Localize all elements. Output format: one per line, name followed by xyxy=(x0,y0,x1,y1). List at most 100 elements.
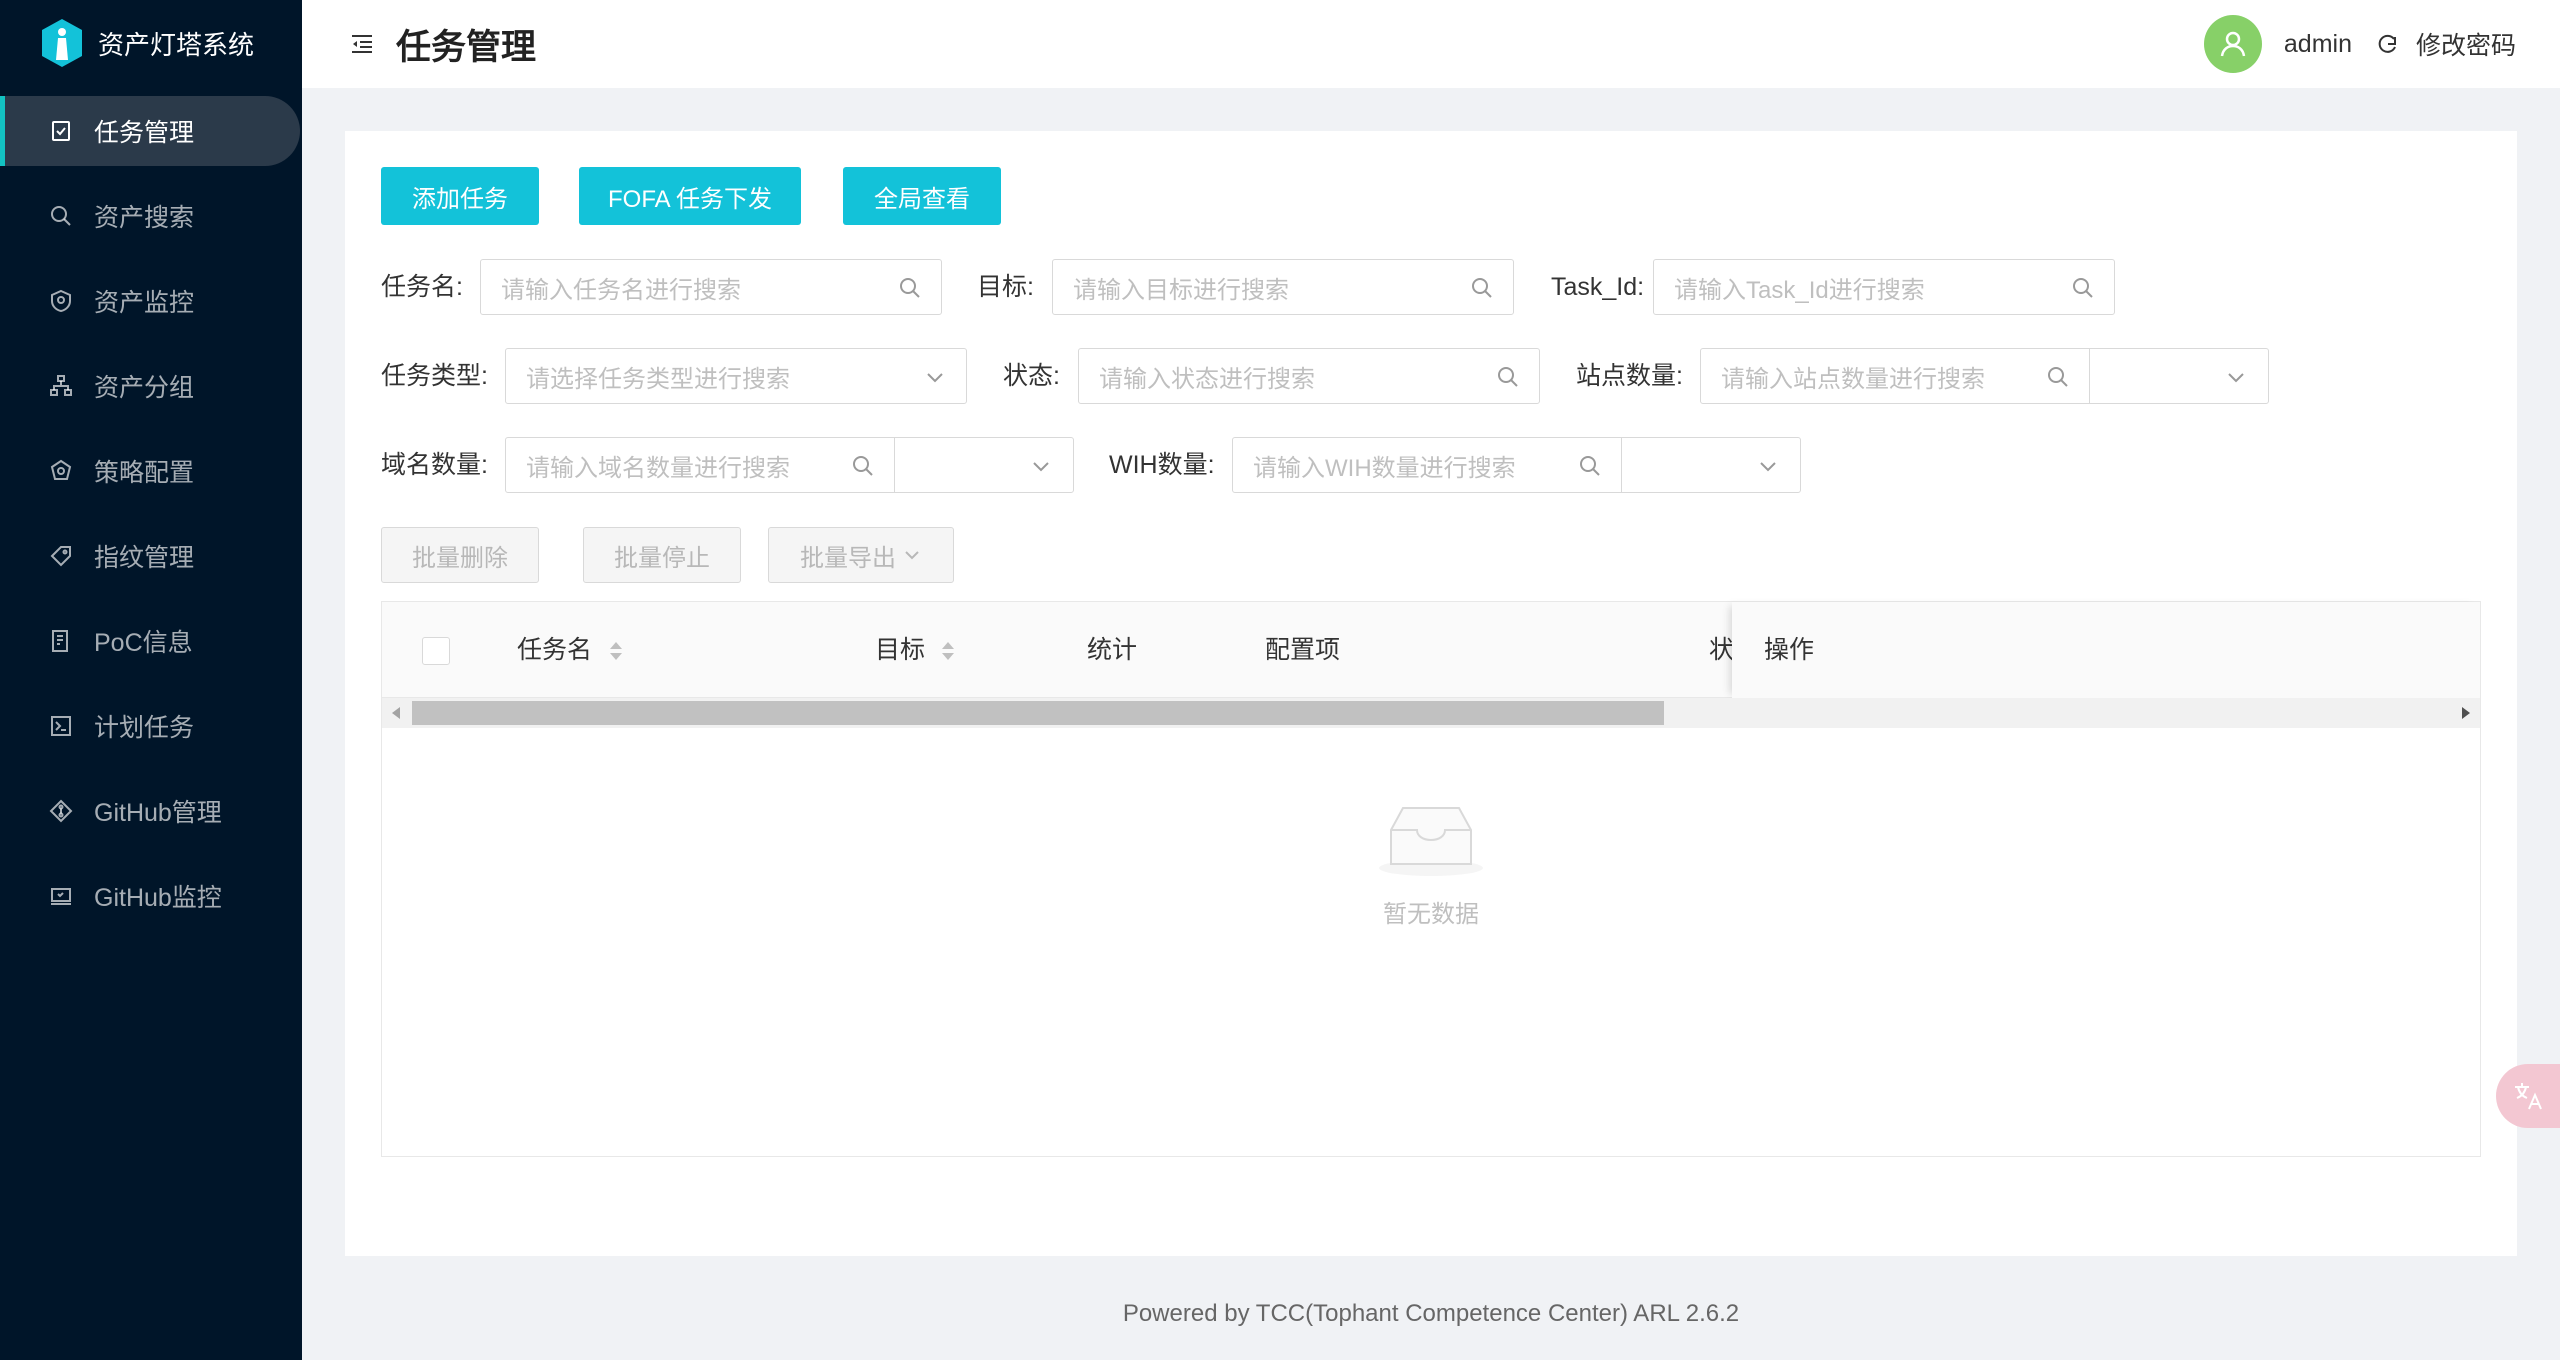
search-icon[interactable] xyxy=(2070,275,2096,301)
domain-count-input[interactable]: 请输入域名数量进行搜索 xyxy=(505,437,895,493)
search-icon xyxy=(48,203,74,229)
target-input[interactable]: 请输入目标进行搜索 xyxy=(1052,259,1514,315)
search-icon[interactable] xyxy=(897,275,923,301)
site-count-placeholder: 请输入站点数量进行搜索 xyxy=(1721,365,1985,393)
shield-icon xyxy=(48,288,74,314)
tag-icon xyxy=(48,543,74,569)
task-name-placeholder: 请输入任务名进行搜索 xyxy=(501,276,741,304)
sidebar-item-fingerprint[interactable]: 指纹管理 xyxy=(0,521,302,591)
header: 任务管理 admin 修改密码 xyxy=(302,0,2560,88)
sidebar-item-github-monitor[interactable]: GitHub监控 xyxy=(0,861,302,931)
sidebar-item-label: 资产分组 xyxy=(94,374,195,402)
domain-count-operator-select[interactable] xyxy=(894,437,1074,493)
lighthouse-logo-icon xyxy=(42,19,82,67)
empty-inbox-icon xyxy=(1379,807,1483,876)
column-target[interactable]: 目标 xyxy=(875,602,925,698)
scroll-thumb[interactable] xyxy=(412,701,1664,725)
add-task-button[interactable]: 添加任务 xyxy=(381,167,539,225)
refresh-icon[interactable] xyxy=(2374,31,2400,57)
menu-fold-icon[interactable] xyxy=(348,30,376,58)
global-view-button[interactable]: 全局查看 xyxy=(843,167,1001,225)
translate-icon xyxy=(2515,1083,2542,1110)
sidebar-item-label: 指纹管理 xyxy=(94,544,195,572)
sidebar-item-asset-search[interactable]: 资产搜索 xyxy=(0,181,302,251)
batch-stop-button[interactable]: 批量停止 xyxy=(583,527,741,583)
sidebar-item-label: 任务管理 xyxy=(94,119,195,147)
scroll-left-arrow[interactable] xyxy=(392,707,400,719)
sidebar-item-task-management[interactable]: 任务管理 xyxy=(0,96,300,166)
site-count-label: 站点数量: xyxy=(1576,362,1683,390)
search-icon[interactable] xyxy=(1495,364,1521,390)
task-id-label: Task_Id: xyxy=(1551,273,1645,301)
monitor-icon xyxy=(48,883,74,909)
logo[interactable]: 资产灯塔系统 xyxy=(0,0,302,86)
sidebar-item-label: 资产搜索 xyxy=(94,204,195,232)
wih-count-operator-select[interactable] xyxy=(1621,437,1801,493)
task-type-placeholder: 请选择任务类型进行搜索 xyxy=(526,365,790,393)
sidebar-item-label: PoC信息 xyxy=(94,629,193,657)
sidebar-item-policy-config[interactable]: 策略配置 xyxy=(0,436,302,506)
search-icon[interactable] xyxy=(850,453,876,479)
wih-count-placeholder: 请输入WIH数量进行搜索 xyxy=(1253,454,1516,482)
app-title: 资产灯塔系统 xyxy=(98,29,255,60)
status-placeholder: 请输入状态进行搜索 xyxy=(1099,365,1315,393)
sidebar-item-github-management[interactable]: GitHub管理 xyxy=(0,776,302,846)
sidebar-item-label: 资产监控 xyxy=(94,289,195,317)
batch-export-button[interactable]: 批量导出 xyxy=(768,527,954,583)
search-icon[interactable] xyxy=(1577,453,1603,479)
select-all-checkbox[interactable] xyxy=(422,637,450,665)
sidebar-item-poc-info[interactable]: PoC信息 xyxy=(0,606,302,676)
sidebar-menu: 任务管理 资产搜索 资产监控 资产分组 策略配置 指纹管理 PoC信息 计划任务… xyxy=(0,96,302,931)
task-id-placeholder: 请输入Task_Id进行搜索 xyxy=(1674,276,1925,304)
sidebar-item-scheduled-task[interactable]: 计划任务 xyxy=(0,691,302,761)
sidebar: 资产灯塔系统 任务管理 资产搜索 资产监控 资产分组 策略配置 指纹管理 PoC… xyxy=(0,0,302,1360)
sidebar-item-label: 策略配置 xyxy=(94,459,195,487)
chevron-down-icon xyxy=(927,373,943,383)
avatar[interactable] xyxy=(2203,15,2262,73)
task-icon xyxy=(48,118,74,144)
task-type-label: 任务类型: xyxy=(381,362,488,390)
translate-float-button[interactable] xyxy=(2496,1064,2560,1128)
column-status: 状 xyxy=(1709,636,1735,664)
sidebar-item-asset-monitor[interactable]: 资产监控 xyxy=(0,266,302,336)
sidebar-item-label: 计划任务 xyxy=(94,714,195,742)
user-area: admin 修改密码 xyxy=(2203,0,2516,88)
schedule-icon xyxy=(48,713,74,739)
user-icon xyxy=(2220,31,2246,57)
wih-count-input[interactable]: 请输入WIH数量进行搜索 xyxy=(1232,437,1622,493)
chevron-down-icon xyxy=(1033,462,1049,472)
target-label: 目标: xyxy=(977,273,1034,301)
github-icon xyxy=(48,798,74,824)
empty-text: 暂无数据 xyxy=(1383,901,1479,928)
change-password-link[interactable]: 修改密码 xyxy=(2416,26,2516,62)
chevron-down-icon xyxy=(2228,373,2244,383)
status-label: 状态: xyxy=(1003,362,1060,390)
task-name-label: 任务名: xyxy=(381,273,463,301)
column-stats: 统计 xyxy=(1087,636,1138,664)
batch-delete-button[interactable]: 批量删除 xyxy=(381,527,539,583)
task-table: 任务名 目标 统计 配置项 状 操作 暂无数据 xyxy=(381,601,2481,1157)
sidebar-item-asset-group[interactable]: 资产分组 xyxy=(0,351,302,421)
sidebar-item-label: GitHub管理 xyxy=(94,799,222,827)
horizontal-scrollbar[interactable] xyxy=(382,698,2480,728)
column-operation: 操作 xyxy=(1764,636,1815,664)
search-icon[interactable] xyxy=(1469,275,1495,301)
search-icon[interactable] xyxy=(2045,364,2071,390)
status-input[interactable]: 请输入状态进行搜索 xyxy=(1078,348,1540,404)
site-count-operator-select[interactable] xyxy=(2089,348,2269,404)
sort-icon[interactable] xyxy=(940,640,956,662)
sort-icon[interactable] xyxy=(608,640,624,662)
task-id-input[interactable]: 请输入Task_Id进行搜索 xyxy=(1653,259,2115,315)
scroll-right-arrow[interactable] xyxy=(2462,707,2470,719)
task-name-input[interactable]: 请输入任务名进行搜索 xyxy=(480,259,942,315)
empty-state: 暂无数据 xyxy=(382,802,2480,929)
username[interactable]: admin xyxy=(2284,30,2352,59)
fofa-task-button[interactable]: FOFA 任务下发 xyxy=(579,167,801,225)
wih-count-label: WIH数量: xyxy=(1109,451,1215,479)
site-count-input[interactable]: 请输入站点数量进行搜索 xyxy=(1700,348,2090,404)
task-type-select[interactable]: 请选择任务类型进行搜索 xyxy=(505,348,967,404)
column-config: 配置项 xyxy=(1265,636,1341,664)
sidebar-item-label: GitHub监控 xyxy=(94,884,222,912)
batch-export-label: 批量导出 xyxy=(800,544,896,572)
column-task-name[interactable]: 任务名 xyxy=(517,602,592,698)
